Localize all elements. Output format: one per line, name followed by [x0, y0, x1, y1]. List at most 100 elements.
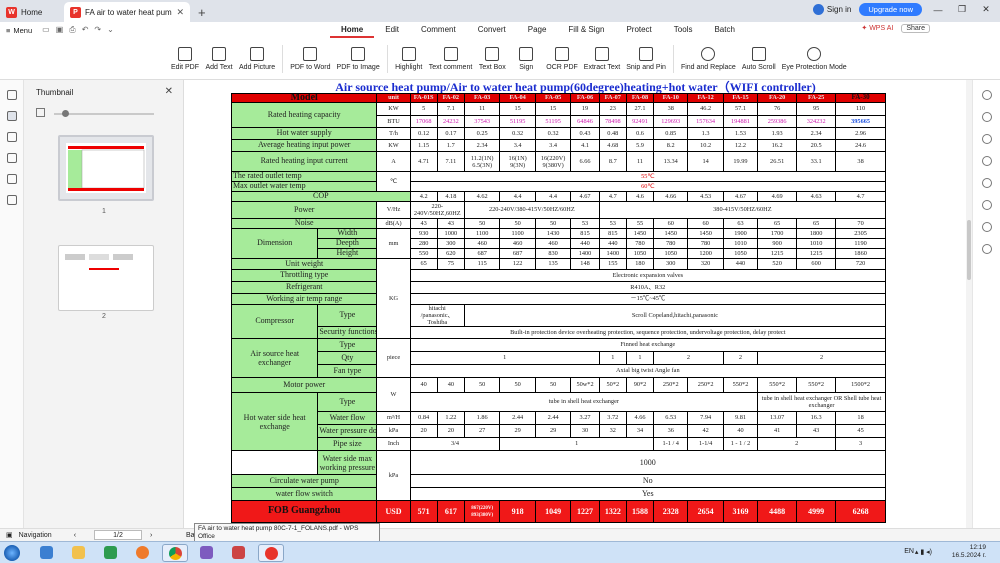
- tab-fill-sign[interactable]: Fill & Sign: [557, 22, 615, 38]
- close-icon[interactable]: ✕: [165, 86, 173, 97]
- add-picture-button[interactable]: Add Picture: [239, 46, 275, 71]
- taskbar-firefox[interactable]: [130, 544, 156, 562]
- extract-text-button[interactable]: Extract Text: [584, 46, 620, 71]
- table-cell: 1450: [625, 228, 655, 239]
- cell-line: 16(220V): [540, 154, 566, 162]
- ocr-pdf-button[interactable]: OCR PDF: [546, 46, 578, 71]
- close-window-button[interactable]: ✕: [978, 4, 994, 15]
- navigation-label[interactable]: Navigation: [19, 532, 52, 539]
- taskbar-app[interactable]: [226, 544, 252, 562]
- model-30: FA-30: [835, 93, 886, 103]
- help-icon[interactable]: [982, 222, 992, 232]
- prev-page-icon[interactable]: ‹: [74, 532, 76, 539]
- print-icon[interactable]: ⎙: [69, 25, 75, 35]
- table-cell: 687: [463, 248, 501, 259]
- table-row: Pipe size Inch 3/4 1 1-1 / 4 1-1/4 1 - 1…: [232, 437, 886, 451]
- menu-button[interactable]: ≡ Menu: [0, 26, 38, 35]
- wps-ai-button[interactable]: ✦ WPS AI: [861, 24, 893, 33]
- thumbnail-zoom-slider[interactable]: [54, 110, 154, 117]
- translate-icon[interactable]: [982, 134, 992, 144]
- header-row: Model unit FA-01S FA-02 FA-03 FA-04 FA-0…: [230, 93, 886, 103]
- tab-edit[interactable]: Edit: [374, 22, 410, 38]
- clock-date: 16.5.2024 г.: [951, 552, 986, 559]
- save-icon[interactable]: ▣: [56, 25, 64, 35]
- tab-page[interactable]: Page: [517, 22, 558, 38]
- auto-scroll-button[interactable]: Auto Scroll: [742, 46, 776, 71]
- find-replace-button[interactable]: Find and Replace: [681, 46, 736, 71]
- circulate-pump-label: Circulate water pump: [230, 474, 378, 488]
- ai-icon[interactable]: [982, 156, 992, 166]
- page-number-input[interactable]: 1/2: [94, 530, 142, 540]
- thumbnail-icon[interactable]: [7, 111, 17, 121]
- signature-icon[interactable]: [7, 174, 17, 184]
- table-cell: 780: [625, 238, 655, 249]
- open-icon[interactable]: ▭: [42, 25, 50, 35]
- taskbar-folder[interactable]: [66, 544, 92, 562]
- home-tab[interactable]: W Home: [0, 2, 64, 22]
- upgrade-button[interactable]: Upgrade now: [859, 3, 922, 16]
- sidebar-toggle-icon[interactable]: ▣: [6, 531, 13, 539]
- bookmark-icon[interactable]: [7, 90, 17, 100]
- power-value-1: 220-240V/50HZ,60HZ: [409, 201, 465, 219]
- document-view[interactable]: Air source heat pump/Air to water heat p…: [185, 80, 966, 528]
- table-cell: 26.51: [757, 151, 798, 172]
- snip-and-pin-button[interactable]: Snip and Pin: [626, 46, 666, 71]
- taskbar-chrome[interactable]: [162, 544, 188, 562]
- share-icon[interactable]: [982, 200, 992, 210]
- scrollbar-thumb[interactable]: [967, 220, 971, 280]
- tab-comment[interactable]: Comment: [410, 22, 467, 38]
- taskbar-explorer[interactable]: [34, 544, 60, 562]
- sign-button[interactable]: Sign: [512, 46, 540, 71]
- clock[interactable]: 12:19 16.5.2024 г.: [952, 544, 986, 560]
- new-tab-button[interactable]: +: [190, 2, 214, 22]
- tab-protect[interactable]: Protect: [615, 22, 662, 38]
- properties-icon[interactable]: [982, 90, 992, 100]
- taskbar-media[interactable]: [98, 544, 124, 562]
- taskbar-viber[interactable]: [194, 544, 220, 562]
- language-indicator[interactable]: EN: [904, 548, 914, 555]
- start-button[interactable]: [4, 545, 20, 561]
- more-icon[interactable]: [982, 244, 992, 254]
- page-thumbnail-2[interactable]: [58, 245, 154, 311]
- table-row: Deepth 280 300 460 460 460 440 440 780 780 780 101…: [232, 238, 886, 249]
- tab-tools[interactable]: Tools: [663, 22, 704, 38]
- layers-icon[interactable]: [7, 195, 17, 205]
- next-page-icon[interactable]: ›: [150, 532, 152, 539]
- edit-pdf-button[interactable]: Edit PDF: [171, 46, 199, 71]
- add-text-button[interactable]: Add Text: [205, 46, 233, 71]
- compress-icon[interactable]: [982, 178, 992, 188]
- slider-knob[interactable]: [62, 110, 69, 117]
- share-button[interactable]: Share: [901, 24, 930, 33]
- table-cell: 1800: [796, 228, 837, 239]
- document-tab[interactable]: P FA air to water heat pump 80C-7-1_FOLA…: [64, 2, 190, 22]
- tab-batch[interactable]: Batch: [703, 22, 745, 38]
- text-box-button[interactable]: Text Box: [478, 46, 506, 71]
- redo-icon[interactable]: ↷: [94, 25, 101, 35]
- restore-button[interactable]: ❐: [954, 4, 970, 15]
- undo-icon[interactable]: ↶: [82, 25, 89, 35]
- pdf-to-word-button[interactable]: PDF to Word: [290, 46, 331, 71]
- close-tab-icon[interactable]: ✕: [176, 7, 184, 18]
- tray-icons[interactable]: ▴ ▮ ◂): [915, 548, 932, 556]
- chevron-down-icon[interactable]: ⌄: [107, 25, 114, 35]
- adjust-icon[interactable]: [982, 112, 992, 122]
- table-cell: 29: [534, 424, 572, 438]
- pdf-to-image-button[interactable]: PDF to Image: [337, 46, 380, 71]
- tab-convert[interactable]: Convert: [467, 22, 517, 38]
- text-comment-button[interactable]: Text comment: [429, 46, 472, 71]
- taskbar-wps[interactable]: [258, 544, 284, 562]
- model-06: FA-06: [570, 93, 600, 103]
- tab-home[interactable]: Home: [330, 22, 375, 38]
- eye-protection-button[interactable]: Eye Protection Mode: [782, 46, 847, 71]
- minimize-button[interactable]: —: [930, 5, 946, 15]
- page-thumbnail-1[interactable]: [58, 135, 154, 201]
- attachment-icon[interactable]: [7, 153, 17, 163]
- table-cell: 440: [570, 238, 600, 249]
- comment-icon[interactable]: [7, 132, 17, 142]
- avatar-icon: [812, 4, 824, 15]
- highlight-button[interactable]: Highlight: [395, 46, 423, 71]
- cell-line: 11.2(1N): [470, 154, 494, 162]
- table-cell: 50: [534, 377, 572, 393]
- tooltip: FA air to water heat pump 80C-7-1_FOLANS…: [194, 523, 380, 542]
- sign-in-button[interactable]: Sign in: [812, 4, 851, 15]
